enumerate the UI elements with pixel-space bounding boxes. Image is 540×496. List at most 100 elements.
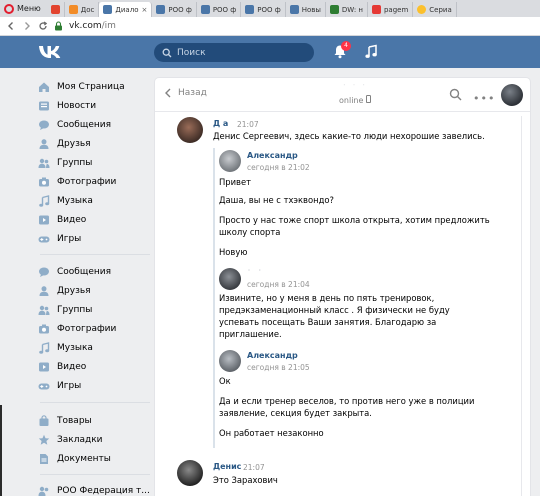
- peer-info[interactable]: ˙ ˙ ˙ online: [325, 84, 385, 105]
- menu-item-my-page[interactable]: Моя Страница: [38, 78, 153, 96]
- menu-item-label: Видео: [57, 362, 87, 372]
- browser-tab[interactable]: DW: н: [326, 2, 368, 17]
- browser-tab[interactable]: pagem: [368, 2, 414, 17]
- music-icon: [39, 195, 50, 207]
- message-author[interactable]: Д а: [213, 119, 228, 128]
- forwarded-bar: [213, 148, 215, 448]
- forwarded-time[interactable]: сегодня в 21:05: [247, 363, 310, 372]
- avatar[interactable]: [177, 460, 203, 486]
- vk-logo-icon[interactable]: [38, 43, 64, 61]
- reload-icon[interactable]: [38, 21, 48, 31]
- menu-item-music[interactable]: Музыка: [38, 192, 153, 210]
- browser-tab[interactable]: Новы: [286, 2, 326, 17]
- search-input[interactable]: Поиск: [154, 43, 314, 62]
- menu-item-groups-2[interactable]: Группы: [38, 301, 153, 319]
- menu-item-friends-2[interactable]: Друзья: [38, 282, 153, 300]
- vk-header: Поиск 4: [0, 36, 540, 68]
- menu-item-messages-2[interactable]: Сообщения: [38, 263, 153, 281]
- forwarded-paragraph: Да и если тренер веселов, то против него…: [219, 396, 475, 418]
- browser-menu-button[interactable]: Меню: [0, 0, 47, 17]
- menu-item-label: РОО Федерация т...: [57, 486, 150, 496]
- menu-divider: [40, 474, 150, 475]
- menu-item-video[interactable]: Видео: [38, 211, 153, 229]
- menu-item-label: Товары: [57, 416, 92, 426]
- menu-item-label: Группы: [57, 305, 93, 315]
- browser-tab-active[interactable]: Диало ×: [99, 2, 153, 17]
- menu-item-label: Фотографии: [57, 324, 117, 334]
- browser-tab[interactable]: Дос: [65, 2, 100, 17]
- tab-label: pagem: [383, 5, 409, 14]
- vk-icon: [245, 5, 255, 14]
- music-icon[interactable]: [364, 44, 378, 59]
- menu-item-music-2[interactable]: Музыка: [38, 339, 153, 357]
- forwarded-time[interactable]: сегодня в 21:02: [247, 163, 310, 172]
- peer-avatar[interactable]: [501, 84, 523, 106]
- avatar[interactable]: [219, 350, 241, 372]
- close-tab-icon[interactable]: ×: [141, 6, 147, 14]
- browser-tab[interactable]: РОО ф: [152, 2, 197, 17]
- forwarded-author[interactable]: Александр: [247, 151, 298, 160]
- message-time[interactable]: 21:07: [237, 120, 259, 129]
- vk-icon: [200, 5, 210, 14]
- tab-label: Сериа: [429, 5, 452, 14]
- forwarded-author[interactable]: ˙ ˙: [247, 269, 264, 278]
- browser-tab[interactable]: [47, 2, 65, 17]
- forwarded-time[interactable]: сегодня в 21:04: [247, 280, 310, 289]
- menu-item-friends[interactable]: Друзья: [38, 135, 153, 153]
- forwarded-author[interactable]: Александр: [247, 351, 298, 360]
- gamepad-icon: [38, 236, 50, 243]
- tab-label: РОО ф: [257, 5, 281, 14]
- browser-tab[interactable]: Сериа: [413, 2, 457, 17]
- yandex-money-icon: [68, 5, 78, 14]
- search-icon[interactable]: [449, 88, 462, 101]
- browser-tab[interactable]: РОО ф: [241, 2, 286, 17]
- scrollbar[interactable]: [521, 116, 525, 496]
- menu-item-label: Друзья: [57, 286, 91, 296]
- camera-icon: [39, 324, 49, 334]
- menu-item-label: Музыка: [57, 343, 93, 353]
- vk-icon: [103, 5, 113, 14]
- document-icon: [40, 454, 48, 464]
- menu-item-messages[interactable]: Сообщения: [38, 116, 153, 134]
- menu-item-label: Видео: [57, 215, 87, 225]
- shopping-bag-icon: [39, 415, 49, 426]
- back-arrow-icon[interactable]: [6, 21, 16, 31]
- tab-label: DW: н: [341, 5, 363, 14]
- tab-label: РОО ф: [168, 5, 192, 14]
- more-options-icon[interactable]: •••: [473, 92, 495, 105]
- message-author[interactable]: Денис: [213, 462, 241, 471]
- browser-tab[interactable]: РОО ф: [197, 2, 242, 17]
- menu-item-label: Группы: [57, 158, 93, 168]
- chevron-left-icon: [165, 88, 171, 98]
- menu-divider: [40, 402, 150, 403]
- messages-icon: [39, 120, 49, 130]
- menu-item-label: Друзья: [57, 139, 91, 149]
- browser-tab-strip: Меню Дос Диало × РОО ф РОО ф РОО ф Новы: [0, 0, 540, 17]
- menu-item-documents[interactable]: Документы: [38, 450, 153, 468]
- message-time[interactable]: 21:07: [243, 463, 265, 472]
- forwarded-paragraph: Новую: [219, 247, 248, 257]
- menu-item-games-2[interactable]: Игры: [38, 377, 153, 395]
- screen: Меню Дос Диало × РОО ф РОО ф РОО ф Новы: [0, 0, 540, 496]
- menu-item-games[interactable]: Игры: [38, 230, 153, 248]
- menu-item-label: Новости: [57, 101, 97, 111]
- menu-item-groups[interactable]: Группы: [38, 154, 153, 172]
- menu-item-video-2[interactable]: Видео: [38, 358, 153, 376]
- url-field[interactable]: vk.com/im: [69, 21, 116, 31]
- back-button[interactable]: Назад: [164, 88, 207, 98]
- avatar[interactable]: [219, 268, 241, 290]
- avatar[interactable]: [219, 150, 241, 172]
- menu-item-photos-2[interactable]: Фотографии: [38, 320, 153, 338]
- menu-item-photos[interactable]: Фотографии: [38, 173, 153, 191]
- video-icon: [39, 215, 49, 225]
- menu-item-goods[interactable]: Товары: [38, 412, 153, 430]
- message-text: Денис Сергеевич, здесь какие-то люди нех…: [213, 131, 485, 141]
- back-label: Назад: [178, 88, 207, 98]
- menu-item-community[interactable]: РОО Федерация т...: [38, 482, 153, 496]
- window-edge: [0, 405, 2, 496]
- peer-name: ˙ ˙ ˙: [342, 84, 368, 92]
- avatar[interactable]: [177, 117, 203, 143]
- menu-item-bookmarks[interactable]: Закладки: [38, 431, 153, 449]
- forward-arrow-icon[interactable]: [22, 21, 32, 31]
- menu-item-news[interactable]: Новости: [38, 97, 153, 115]
